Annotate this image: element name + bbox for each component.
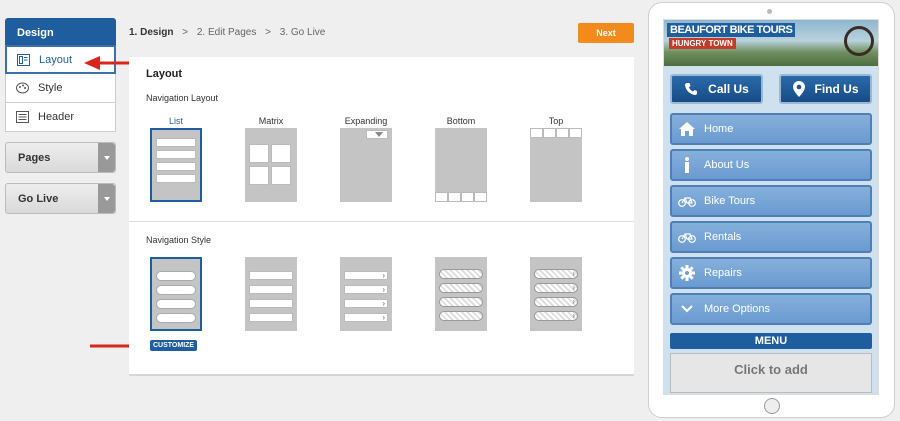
home-icon [678, 121, 696, 137]
phone-nav-label: Bike Tours [704, 195, 756, 207]
phone-screen: BEAUFORT BIKE TOURS HUNGRY TOWN Call Us … [663, 19, 879, 395]
bicycle-icon [678, 193, 696, 209]
sidebar-item-label: Style [38, 82, 63, 94]
phone-nav-more-options[interactable]: More Options [670, 293, 872, 325]
pages-dropdown[interactable]: Pages [5, 142, 116, 173]
chevron-down-icon[interactable] [98, 184, 115, 213]
sidebar-header-design[interactable]: Design [5, 18, 116, 45]
go-live-dropdown-label: Go Live [18, 192, 59, 205]
phone-nav-label: About Us [704, 159, 750, 171]
layout-option-label: List [168, 116, 183, 126]
style-option-textured-chevron[interactable]: › › › › [529, 257, 583, 331]
breadcrumb-step-go-live[interactable]: 3. Go Live [280, 27, 326, 38]
layout-thumbnail-top[interactable] [530, 128, 582, 202]
breadcrumb-separator: > [265, 27, 271, 38]
sidebar-item-label: Header [38, 111, 75, 123]
style-option-textured[interactable] [434, 257, 488, 331]
phone-nav-bike-tours[interactable]: Bike Tours [670, 185, 872, 217]
layout-thumbnail-matrix[interactable] [245, 128, 297, 202]
layout-thumbnail-expanding[interactable] [340, 128, 392, 202]
map-pin-icon [792, 81, 805, 97]
phone-nav-label: Repairs [704, 267, 742, 279]
click-to-add-placeholder[interactable]: Click to add [670, 353, 872, 393]
layout-option-list[interactable]: List [149, 116, 203, 202]
sidebar: Design Layout Style Header Pages Go Live [5, 18, 116, 214]
phone-nav-rentals[interactable]: Rentals [670, 221, 872, 253]
info-icon [678, 157, 696, 173]
phone-preview: BEAUFORT BIKE TOURS HUNGRY TOWN Call Us … [648, 2, 895, 418]
banner-subtitle: HUNGRY TOWN [669, 38, 736, 49]
camera-icon [767, 9, 772, 14]
chevron-down-icon[interactable] [98, 143, 115, 172]
phone-icon [685, 83, 698, 95]
phone-nav-home[interactable]: Home [670, 113, 872, 145]
sidebar-item-label: Layout [39, 53, 73, 66]
breadcrumb-step-edit-pages[interactable]: 2. Edit Pages [197, 27, 256, 38]
style-option-chevron[interactable]: › › › › [339, 257, 393, 331]
home-button-icon [764, 398, 780, 414]
panel-title: Layout [146, 68, 183, 80]
layout-icon [17, 53, 31, 66]
customize-button[interactable]: CUSTOMIZE [150, 340, 198, 351]
call-us-label: Call Us [708, 82, 749, 96]
cta-row: Call Us Find Us [664, 74, 878, 104]
phone-nav-list: Home About Us Bike Tours Rentals Repairs [664, 113, 878, 325]
find-us-label: Find Us [814, 82, 859, 96]
phone-nav-about-us[interactable]: About Us [670, 149, 872, 181]
layout-option-label: Matrix [258, 116, 284, 126]
chevron-down-icon [678, 301, 696, 317]
find-us-button[interactable]: Find Us [779, 74, 872, 104]
phone-nav-label: More Options [704, 303, 771, 315]
breadcrumb: 1. Design > 2. Edit Pages > 3. Go Live [129, 27, 325, 38]
pages-dropdown-label: Pages [18, 151, 51, 164]
layout-panel: Layout Navigation Layout List Matrix Exp… [129, 57, 634, 376]
layout-thumbnail-bottom[interactable] [435, 128, 487, 202]
layout-option-label: Top [548, 116, 564, 126]
nav-layout-title: Navigation Layout [146, 93, 219, 103]
banner-title: BEAUFORT BIKE TOURS [667, 23, 796, 37]
phone-nav-label: Home [704, 123, 734, 135]
bicycle-wheel-icon [844, 26, 874, 56]
breadcrumb-separator: > [182, 27, 189, 38]
breadcrumb-step-design[interactable]: 1. Design [129, 27, 173, 38]
next-button[interactable]: Next [578, 23, 634, 43]
layout-option-top[interactable]: Top [529, 116, 583, 202]
bicycle-icon [678, 229, 696, 245]
phone-nav-repairs[interactable]: Repairs [670, 257, 872, 289]
layout-option-label: Expanding [344, 116, 388, 126]
sidebar-item-style[interactable]: Style [5, 74, 116, 103]
layout-option-bottom[interactable]: Bottom [434, 116, 488, 202]
call-us-button[interactable]: Call Us [670, 74, 763, 104]
layout-option-label: Bottom [446, 116, 476, 126]
header-icon [16, 111, 30, 123]
style-option-rounded[interactable] [149, 257, 203, 331]
nav-style-title: Navigation Style [146, 235, 212, 245]
go-live-dropdown[interactable]: Go Live [5, 183, 116, 214]
layout-thumbnail-list[interactable] [150, 128, 202, 202]
style-option-flat[interactable] [244, 257, 298, 331]
layout-option-expanding[interactable]: Expanding [339, 116, 393, 202]
style-thumbnail-textured[interactable] [435, 257, 487, 331]
phone-menu-bar[interactable]: MENU [670, 333, 872, 349]
style-thumbnail-rounded[interactable] [150, 257, 202, 331]
phone-body: Call Us Find Us Home About Us Bike Tours… [664, 66, 878, 394]
section-divider [129, 221, 634, 222]
sidebar-item-header[interactable]: Header [5, 103, 116, 132]
palette-icon [16, 82, 30, 94]
layout-option-matrix[interactable]: Matrix [244, 116, 298, 202]
phone-nav-label: Rentals [704, 231, 742, 243]
style-thumbnail-textured-chevron[interactable]: › › › › [530, 257, 582, 331]
gear-icon [678, 265, 696, 281]
site-banner: BEAUFORT BIKE TOURS HUNGRY TOWN [664, 20, 878, 66]
style-thumbnail-flat[interactable] [245, 257, 297, 331]
style-thumbnail-chevron[interactable]: › › › › [340, 257, 392, 331]
